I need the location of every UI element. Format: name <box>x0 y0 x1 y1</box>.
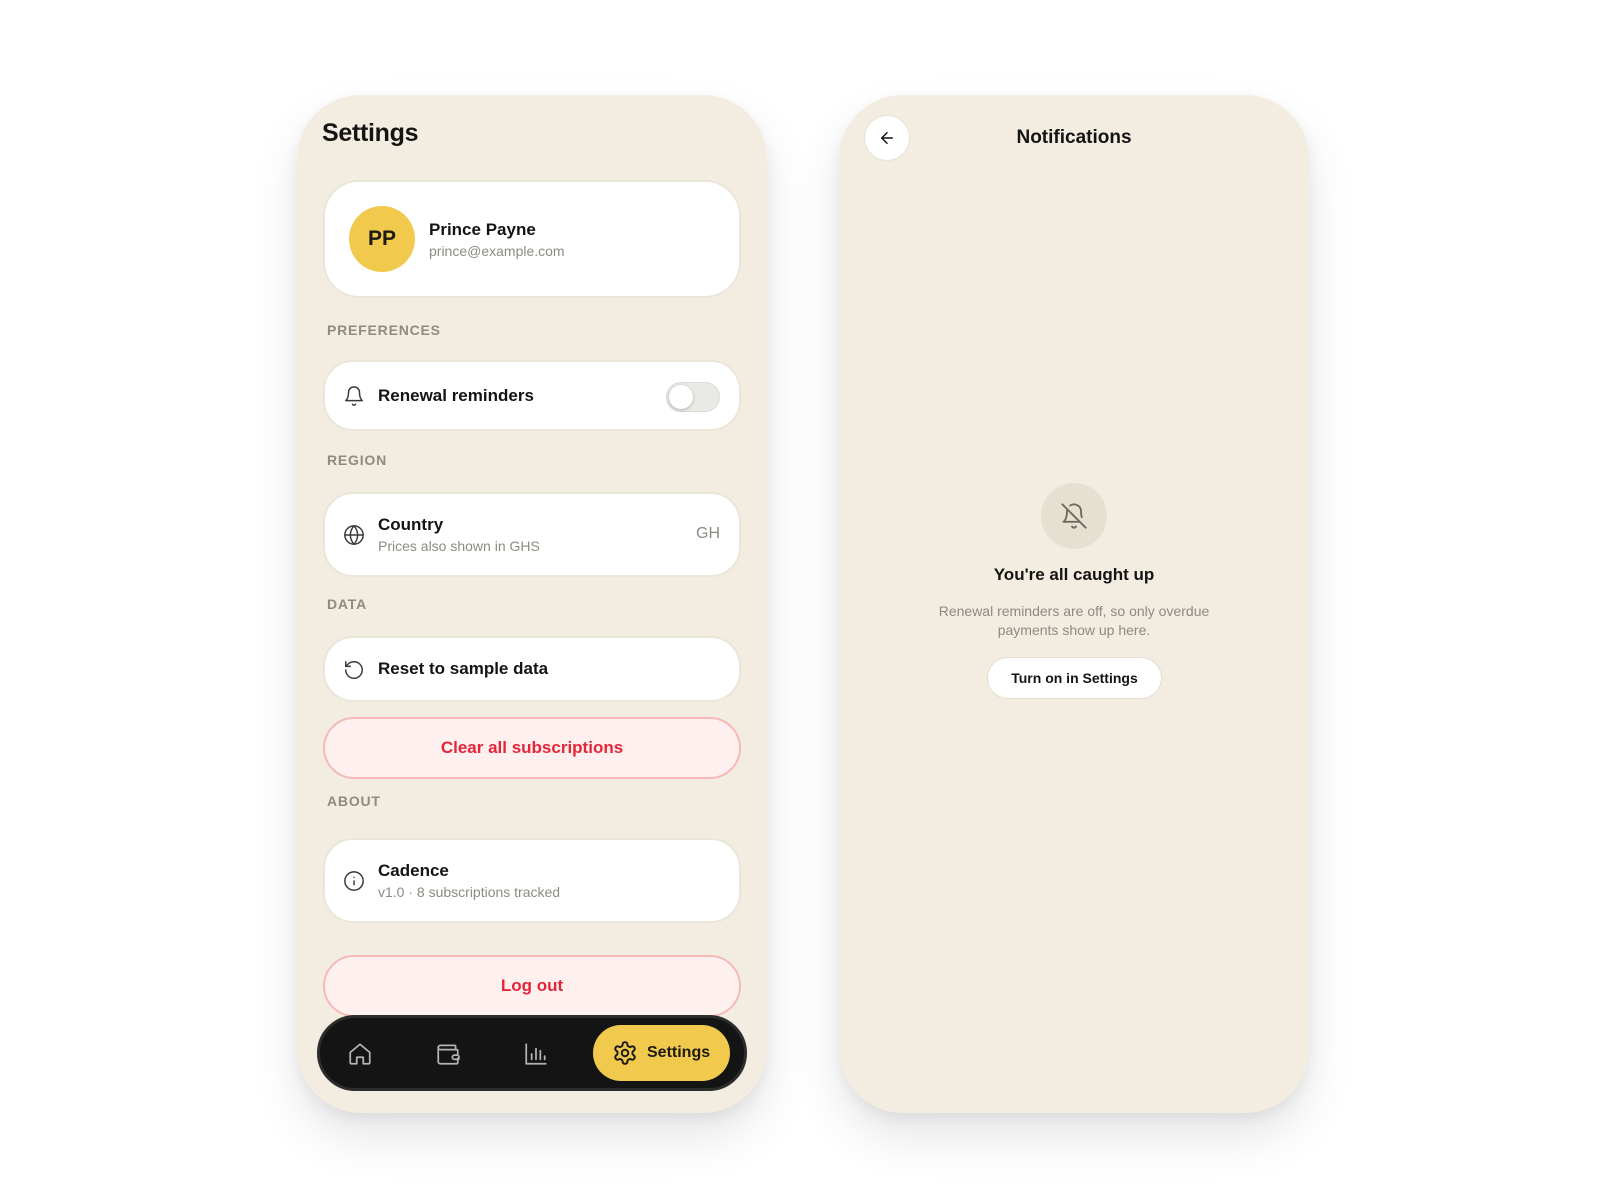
reset-sample-data-row[interactable]: Reset to sample data <box>323 636 741 702</box>
settings-screen: Settings PP Prince Payne prince@example.… <box>297 95 767 1113</box>
profile-name: Prince Payne <box>429 220 536 239</box>
about-app-name: Cadence <box>378 861 449 880</box>
country-subtitle: Prices also shown in GHS <box>378 538 540 554</box>
section-label-region: REGION <box>327 452 388 468</box>
reset-sample-data-label: Reset to sample data <box>378 659 549 678</box>
page-title: Notifications <box>1016 127 1132 148</box>
gear-icon <box>614 1041 636 1065</box>
about-app-version: v1.0 · 8 subscriptions tracked <box>378 884 561 900</box>
page-title: Settings <box>322 119 419 147</box>
renewal-reminders-toggle[interactable] <box>666 382 720 412</box>
turn-on-in-settings-button[interactable]: Turn on in Settings <box>987 657 1162 699</box>
bell-icon <box>345 386 363 406</box>
country-label: Country <box>378 515 444 534</box>
section-label-data: DATA <box>327 596 368 612</box>
tab-settings-label: Settings <box>647 1044 711 1061</box>
country-code: GH <box>696 525 720 542</box>
profile-email: prince@example.com <box>429 243 565 259</box>
tab-settings[interactable]: Settings <box>593 1025 730 1081</box>
about-row[interactable]: Cadence v1.0 · 8 subscriptions tracked <box>323 838 741 923</box>
wallet-icon[interactable] <box>435 1041 461 1067</box>
globe-icon <box>344 525 364 545</box>
notifications-screen: Notifications You're all caught up Renew… <box>839 95 1309 1113</box>
bar-chart-icon[interactable] <box>523 1041 549 1067</box>
country-row[interactable]: Country Prices also shown in GHS GH <box>323 492 741 577</box>
reset-icon <box>345 661 363 679</box>
empty-state-icon <box>1041 483 1107 549</box>
renewal-reminders-row[interactable]: Renewal reminders <box>323 360 741 431</box>
avatar: PP <box>349 206 415 272</box>
home-icon[interactable] <box>347 1041 373 1067</box>
section-label-about: ABOUT <box>327 793 381 809</box>
section-label-preferences: PREFERENCES <box>327 322 441 338</box>
profile-card[interactable]: PP Prince Payne prince@example.com <box>323 180 741 298</box>
bell-off-icon <box>1061 503 1087 529</box>
renewal-reminders-label: Renewal reminders <box>378 386 534 405</box>
info-icon <box>344 871 364 891</box>
log-out-button[interactable]: Log out <box>323 955 741 1017</box>
empty-state-body: Renewal reminders are off, so only overd… <box>938 603 1210 638</box>
empty-state-title: You're all caught up <box>993 565 1155 584</box>
clear-all-subscriptions-button[interactable]: Clear all subscriptions <box>323 717 741 779</box>
toggle-knob <box>669 385 693 409</box>
tab-bar: Settings <box>317 1015 747 1091</box>
